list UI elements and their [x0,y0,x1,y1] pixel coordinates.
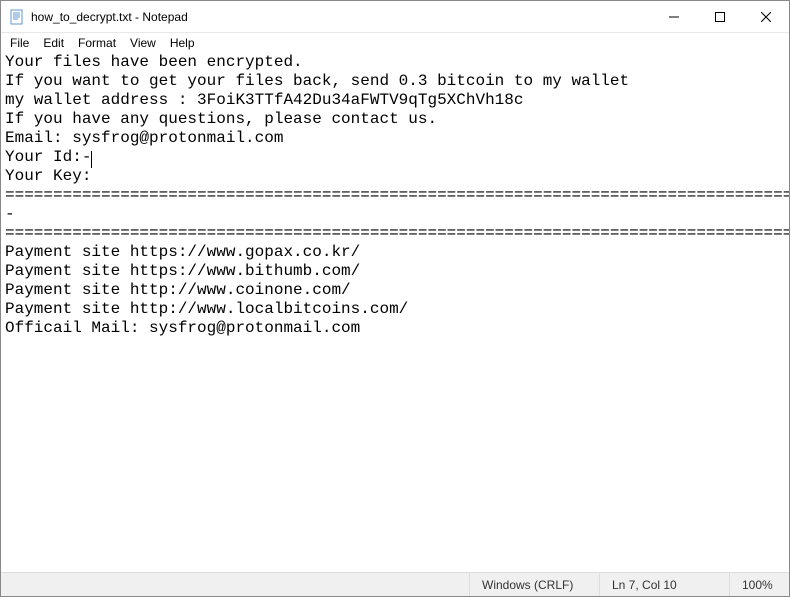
text-line: Your Id:- [5,148,785,167]
text-line: If you have any questions, please contac… [5,110,785,129]
menu-file[interactable]: File [3,35,36,51]
notepad-icon [9,9,25,25]
text-line: - [5,205,785,224]
text-content: Your Id:- [5,148,91,166]
text-line: Your Key: [5,167,785,186]
menubar: File Edit Format View Help [1,33,789,53]
minimize-button[interactable] [651,1,697,33]
window-title: how_to_decrypt.txt - Notepad [31,10,651,24]
text-line: Payment site https://www.gopax.co.kr/ [5,243,785,262]
text-line: Your files have been encrypted. [5,53,785,72]
menu-edit[interactable]: Edit [36,35,71,51]
menu-help[interactable]: Help [163,35,202,51]
window-controls [651,1,789,32]
text-line: Officail Mail: sysfrog@protonmail.com [5,319,785,338]
close-button[interactable] [743,1,789,33]
text-line: If you want to get your files back, send… [5,72,785,91]
text-line: Payment site https://www.bithumb.com/ [5,262,785,281]
text-line: Email: sysfrog@protonmail.com [5,129,785,148]
status-zoom: 100% [729,573,789,596]
status-position: Ln 7, Col 10 [599,573,729,596]
maximize-button[interactable] [697,1,743,33]
statusbar: Windows (CRLF) Ln 7, Col 10 100% [1,572,789,596]
menu-format[interactable]: Format [71,35,123,51]
menu-view[interactable]: View [123,35,163,51]
titlebar: how_to_decrypt.txt - Notepad [1,1,789,33]
text-line: ========================================… [5,224,785,243]
status-encoding: Windows (CRLF) [469,573,599,596]
text-line: ========================================… [5,186,785,205]
text-line: Payment site http://www.coinone.com/ [5,281,785,300]
text-line: my wallet address : 3FoiK3TTfA42Du34aFWT… [5,91,785,110]
text-editor[interactable]: Your files have been encrypted.If you wa… [1,53,789,572]
text-line: Payment site http://www.localbitcoins.co… [5,300,785,319]
text-caret [91,151,92,168]
